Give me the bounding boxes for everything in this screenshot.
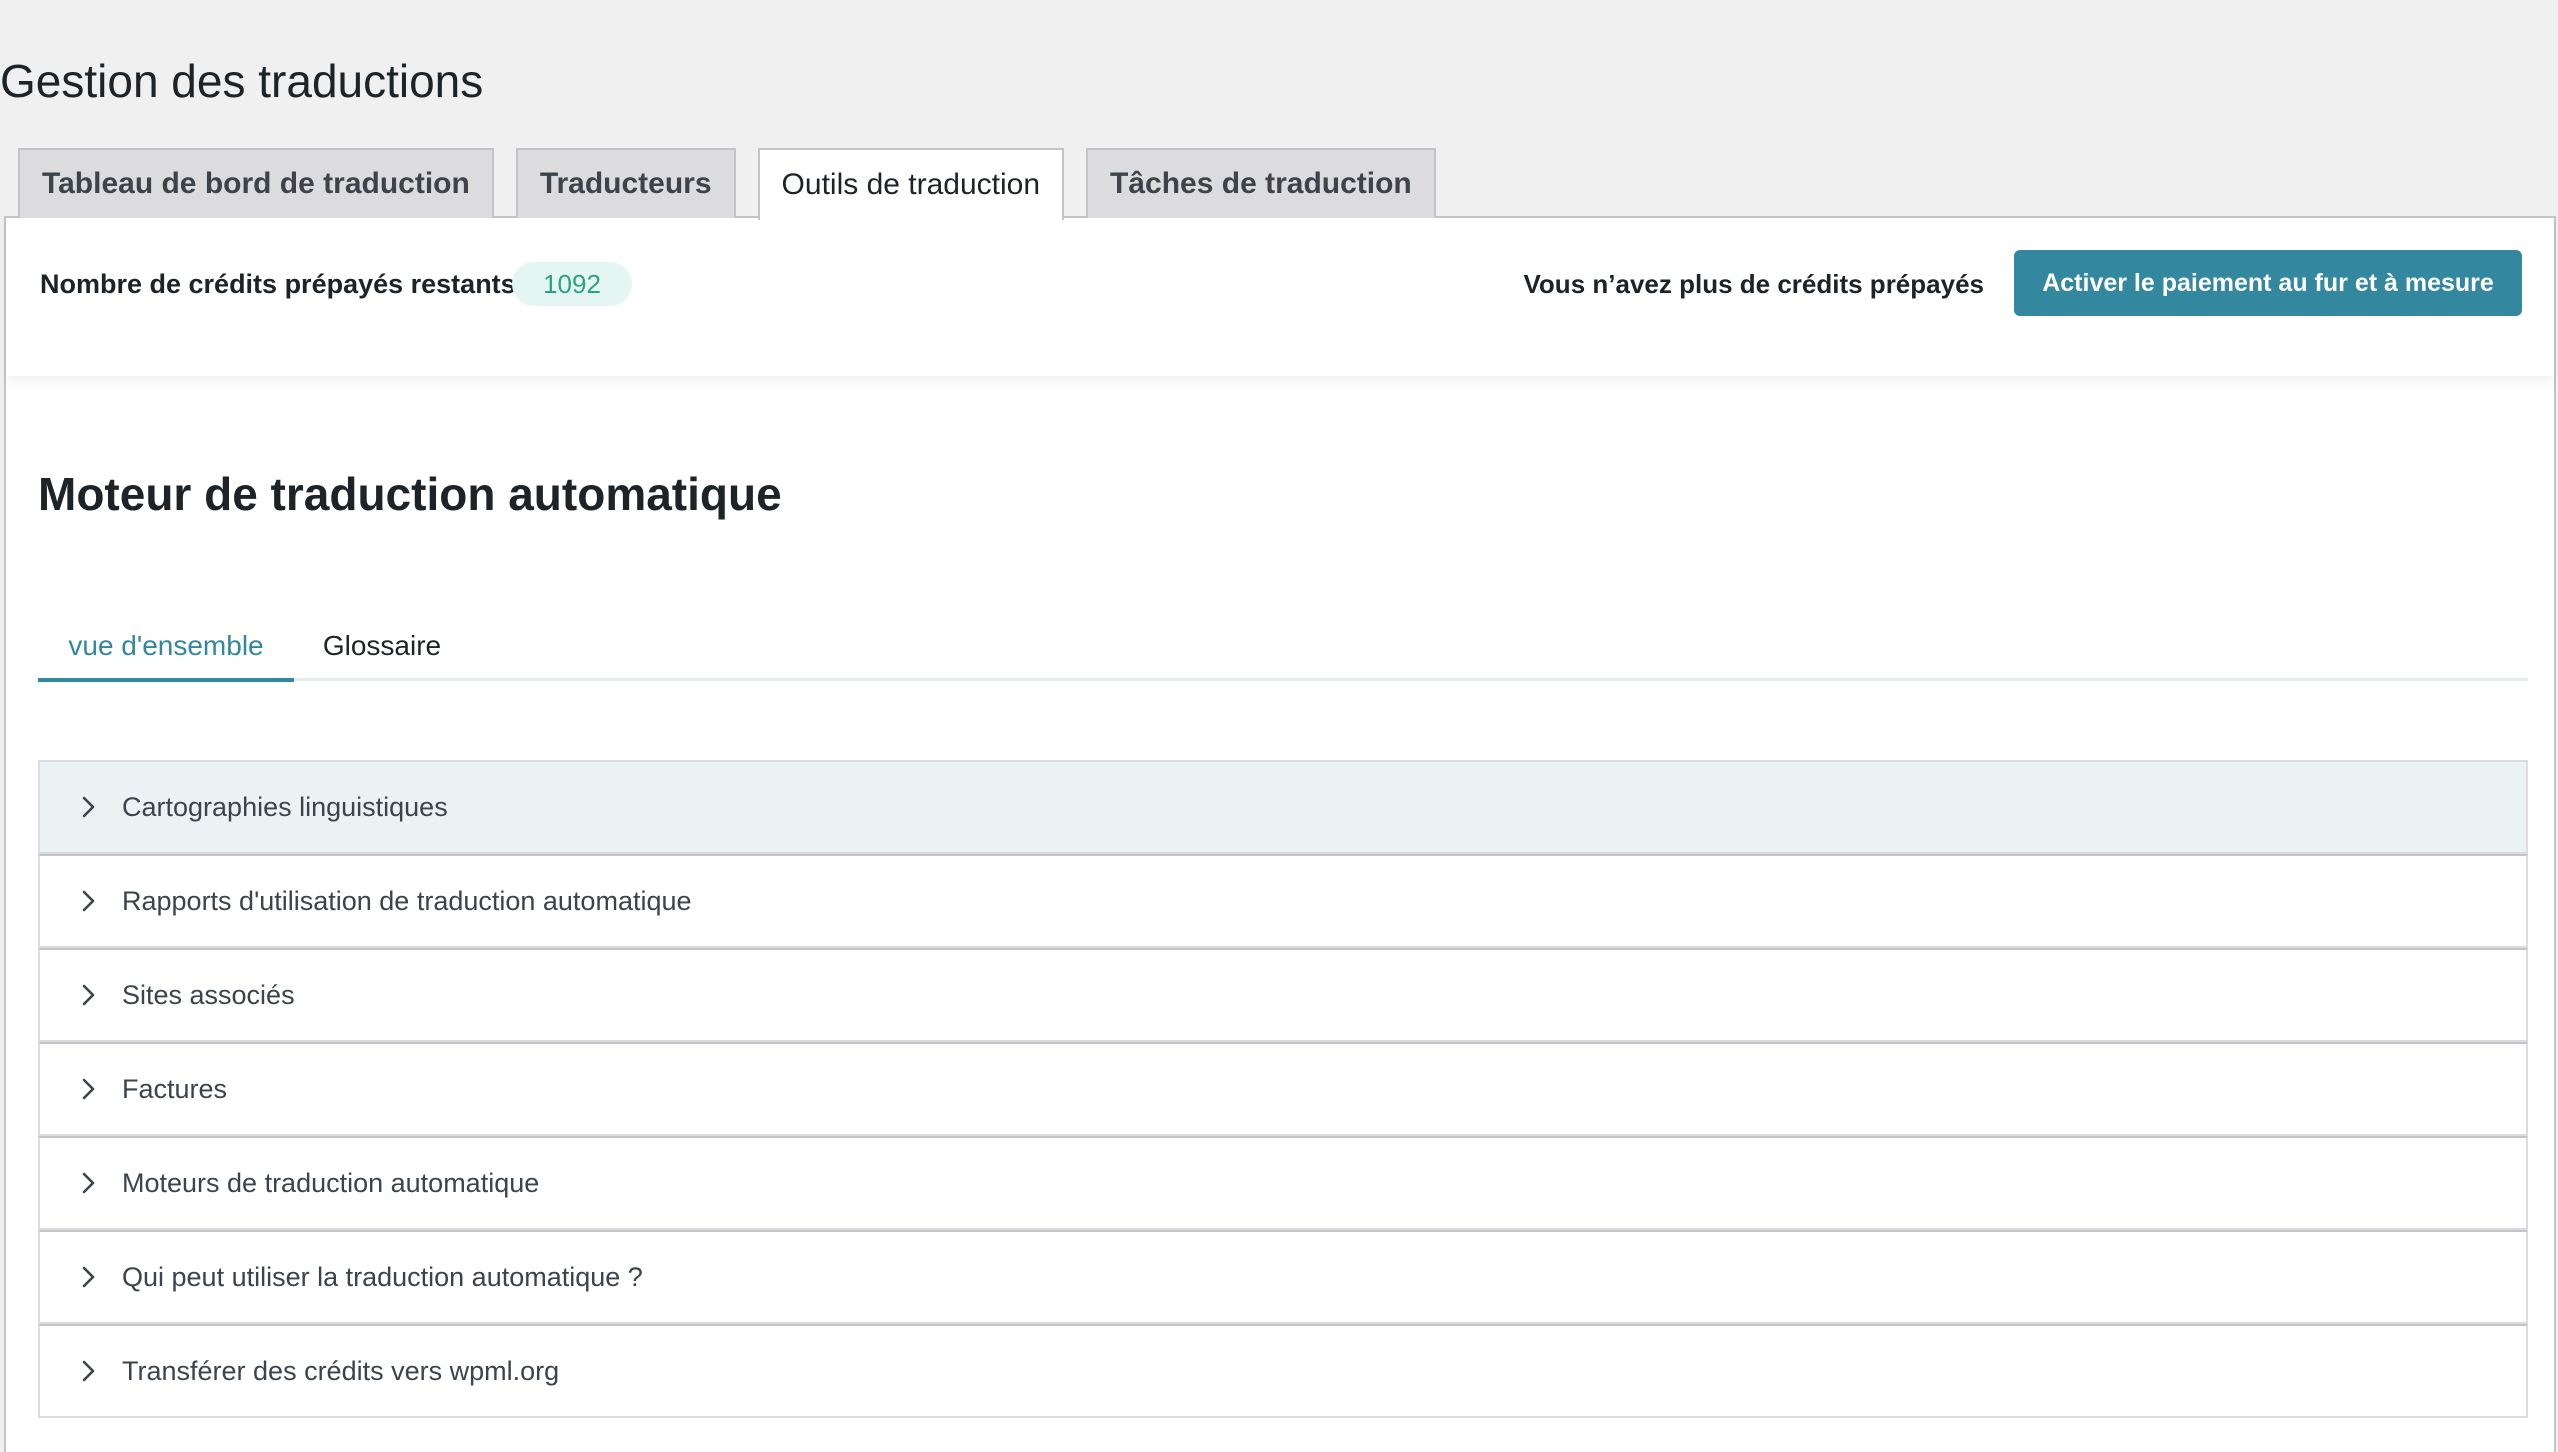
accordion-item-label: Moteurs de traduction automatique: [122, 1167, 540, 1198]
credits-bar: Nombre de crédits prépayés restants 1092…: [6, 218, 2554, 376]
credits-count-badge: 1092: [512, 262, 632, 306]
tab-translation-jobs[interactable]: Tâches de traduction: [1086, 148, 1436, 218]
page-title: Gestion des traductions: [0, 54, 484, 107]
tab-translation-tools[interactable]: Outils de traduction: [757, 148, 1065, 220]
subtab-overview[interactable]: vue d'ensemble: [38, 614, 294, 682]
accordion-item-language-mappings[interactable]: Cartographies linguistiques: [38, 760, 2528, 854]
accordion-item-invoices[interactable]: Factures: [38, 1042, 2528, 1136]
accordion-item-label: Cartographies linguistiques: [122, 791, 448, 822]
accordion-item-label: Factures: [122, 1073, 228, 1104]
tab-dashboard[interactable]: Tableau de bord de traduction: [18, 148, 494, 218]
accordion: Cartographies linguistiques Rapports d'u…: [38, 760, 2528, 1418]
chevron-right-icon: [74, 1075, 102, 1103]
chevron-right-icon: [74, 887, 102, 915]
accordion-item-label: Qui peut utiliser la traduction automati…: [122, 1261, 643, 1292]
subtab-glossary[interactable]: Glossaire: [294, 614, 470, 678]
chevron-right-icon: [74, 1169, 102, 1197]
tab-panel: Nombre de crédits prépayés restants 1092…: [4, 216, 2556, 1452]
accordion-item-usage-reports[interactable]: Rapports d'utilisation de traduction aut…: [38, 854, 2528, 948]
activate-pay-as-you-go-button[interactable]: Activer le paiement au fur et à mesure: [2014, 250, 2522, 316]
accordion-item-who-can-use[interactable]: Qui peut utiliser la traduction automati…: [38, 1230, 2528, 1324]
main-tabs: Tableau de bord de traduction Traducteur…: [18, 146, 1458, 220]
accordion-item-label: Sites associés: [122, 979, 295, 1010]
chevron-right-icon: [74, 793, 102, 821]
accordion-item-label: Transférer des crédits vers wpml.org: [122, 1355, 560, 1386]
accordion-item-transfer-credits[interactable]: Transférer des crédits vers wpml.org: [38, 1324, 2528, 1418]
credits-label: Nombre de crédits prépayés restants: [40, 269, 516, 299]
accordion-item-linked-sites[interactable]: Sites associés: [38, 948, 2528, 1042]
accordion-item-label: Rapports d'utilisation de traduction aut…: [122, 885, 692, 916]
sub-tabs: vue d'ensemble Glossaire: [38, 614, 2528, 682]
no-credits-notice: Vous n’avez plus de crédits prépayés: [1523, 269, 1984, 299]
chevron-right-icon: [74, 981, 102, 1009]
accordion-item-translation-engines[interactable]: Moteurs de traduction automatique: [38, 1136, 2528, 1230]
chevron-right-icon: [74, 1357, 102, 1385]
tab-translators[interactable]: Traducteurs: [515, 148, 736, 218]
section-title: Moteur de traduction automatique: [38, 468, 782, 520]
chevron-right-icon: [74, 1263, 102, 1291]
